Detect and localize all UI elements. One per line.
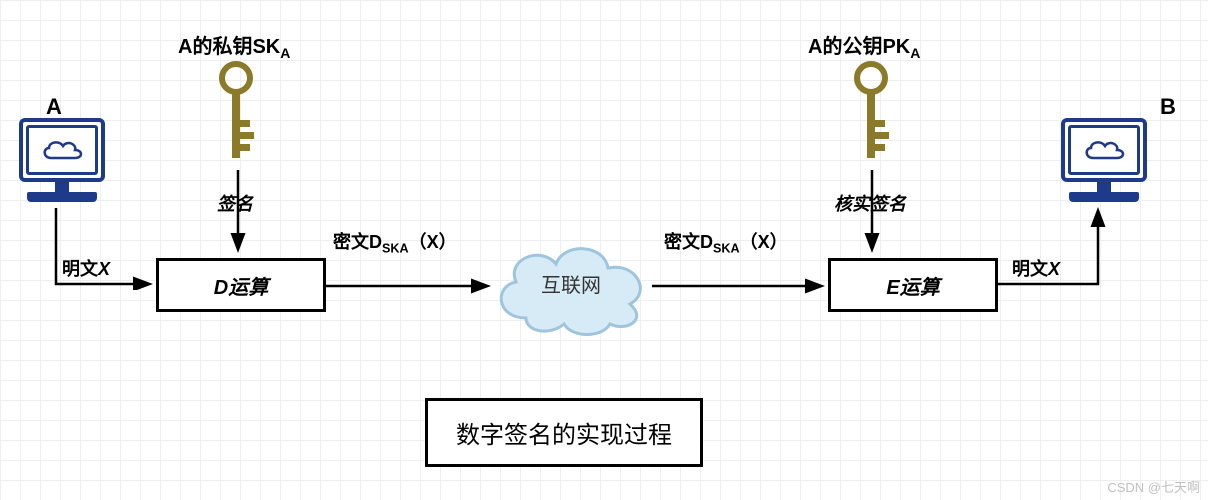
key-icon-private (211, 60, 261, 170)
internet-cloud: 互联网 (486, 228, 656, 343)
watermark: CSDN @七天啊 (1107, 477, 1200, 496)
label-b: B (1160, 94, 1176, 120)
arrow-a-to-d (52, 208, 158, 290)
computer-a (12, 118, 112, 218)
d-operation-box: D运算 (156, 258, 326, 312)
arrow-key-to-e (862, 170, 882, 258)
label-cipher-left: 密文DSKA（X） (333, 228, 457, 256)
label-public-key: A的公钥PKA (808, 30, 920, 61)
label-a: A (46, 94, 62, 120)
computer-b (1054, 118, 1154, 218)
e-operation-box: E运算 (828, 258, 998, 312)
arrow-cloud-to-e (652, 276, 830, 296)
label-private-key: A的私钥SKA (178, 30, 290, 61)
label-cipher-right: 密文DSKA（X） (664, 228, 788, 256)
arrow-d-to-cloud (326, 276, 496, 296)
key-icon-public (846, 60, 896, 170)
arrow-key-to-d (228, 170, 248, 258)
label-internet: 互联网 (541, 269, 601, 298)
cloud-icon (1081, 136, 1127, 164)
title-box: 数字签名的实现过程 (425, 398, 703, 467)
cloud-icon (39, 136, 85, 164)
